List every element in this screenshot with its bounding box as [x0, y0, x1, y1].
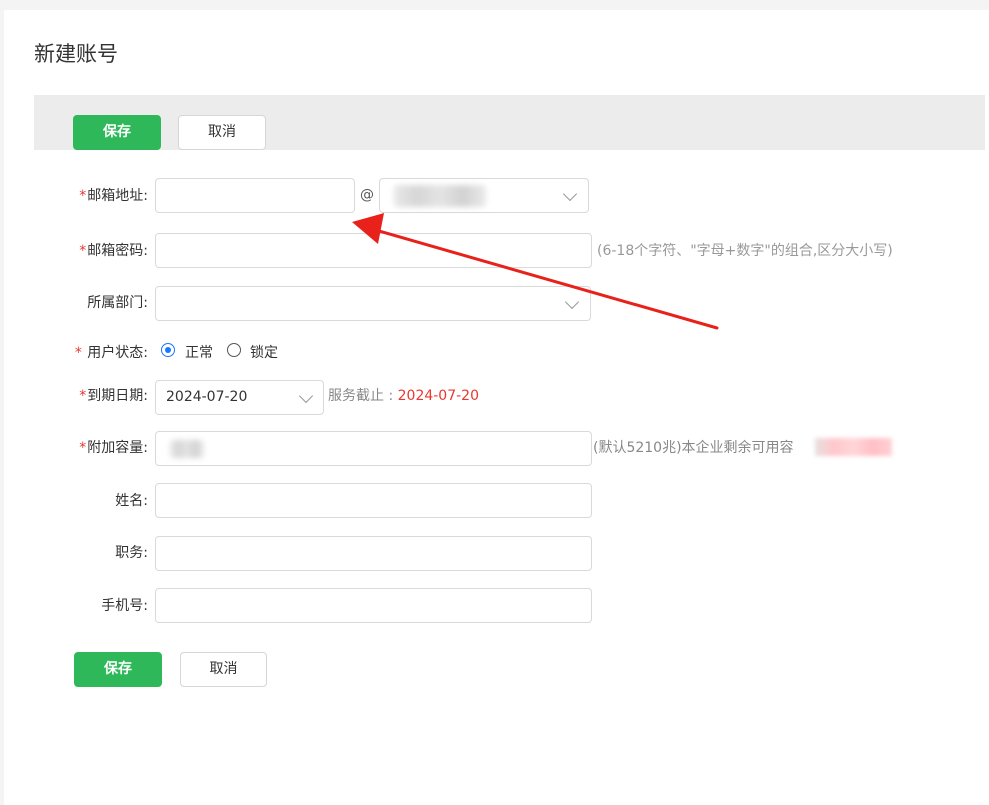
status-label-text: 用户状态:	[87, 345, 148, 361]
radio-normal-label: 正常	[185, 345, 213, 361]
chevron-down-icon	[564, 294, 580, 310]
top-toolbar: 保存 取消	[34, 95, 985, 150]
status-label: * 用户状态:	[38, 343, 148, 363]
cancel-button-bottom[interactable]: 取消	[180, 652, 267, 687]
department-label: 所属部门:	[87, 295, 148, 311]
expiry-label-text: 到期日期:	[87, 388, 148, 404]
chevron-down-icon	[562, 186, 578, 202]
chevron-down-icon	[298, 388, 314, 404]
capacity-label-text: 附加容量:	[87, 440, 148, 456]
service-expiry-date: 2024-07-20	[397, 388, 479, 404]
required-mark: *	[79, 243, 87, 259]
capacity-label: *附加容量:	[38, 438, 148, 458]
name-label: 姓名:	[115, 493, 148, 509]
password-label-text: 邮箱密码:	[87, 243, 148, 259]
required-mark: *	[79, 188, 87, 204]
radio-locked[interactable]	[227, 343, 241, 357]
required-mark: *	[74, 345, 82, 361]
capacity-hint: (默认5210兆)本企业剩余可用容	[593, 440, 794, 456]
radio-normal[interactable]	[161, 343, 175, 357]
position-input[interactable]	[155, 536, 592, 571]
expiry-date-value: 2024-07-20	[166, 389, 248, 405]
at-sign: @	[360, 187, 374, 203]
department-select[interactable]	[155, 286, 591, 321]
email-label-text: 邮箱地址:	[87, 188, 148, 204]
email-label: *邮箱地址:	[38, 186, 148, 206]
phone-label: 手机号:	[101, 598, 148, 614]
service-expiry-label: 服务截止 :	[328, 388, 398, 404]
password-label: *邮箱密码:	[38, 241, 148, 261]
password-input[interactable]	[155, 233, 592, 268]
page-title: 新建账号	[34, 42, 118, 66]
password-hint: (6-18个字符、"字母+数字"的组合,区分大小写)	[597, 243, 893, 259]
save-button-top[interactable]: 保存	[73, 115, 161, 150]
expiry-date-select[interactable]: 2024-07-20	[155, 380, 324, 415]
required-mark: *	[79, 388, 87, 404]
name-input[interactable]	[155, 483, 592, 518]
redacted-capacity	[170, 440, 204, 458]
radio-locked-label: 锁定	[250, 345, 278, 361]
cancel-button-top[interactable]: 取消	[178, 115, 266, 150]
service-expiry: 服务截止 : 2024-07-20	[328, 386, 479, 406]
capacity-input[interactable]	[155, 431, 592, 466]
expiry-label: *到期日期:	[38, 386, 148, 406]
email-domain-select[interactable]	[379, 178, 589, 213]
redacted-domain	[394, 185, 486, 207]
save-button-bottom[interactable]: 保存	[74, 652, 162, 687]
redacted-capacity-remaining	[815, 438, 892, 456]
position-label: 职务:	[115, 545, 148, 561]
email-input[interactable]	[155, 178, 355, 213]
phone-input[interactable]	[155, 588, 592, 623]
required-mark: *	[79, 440, 87, 456]
